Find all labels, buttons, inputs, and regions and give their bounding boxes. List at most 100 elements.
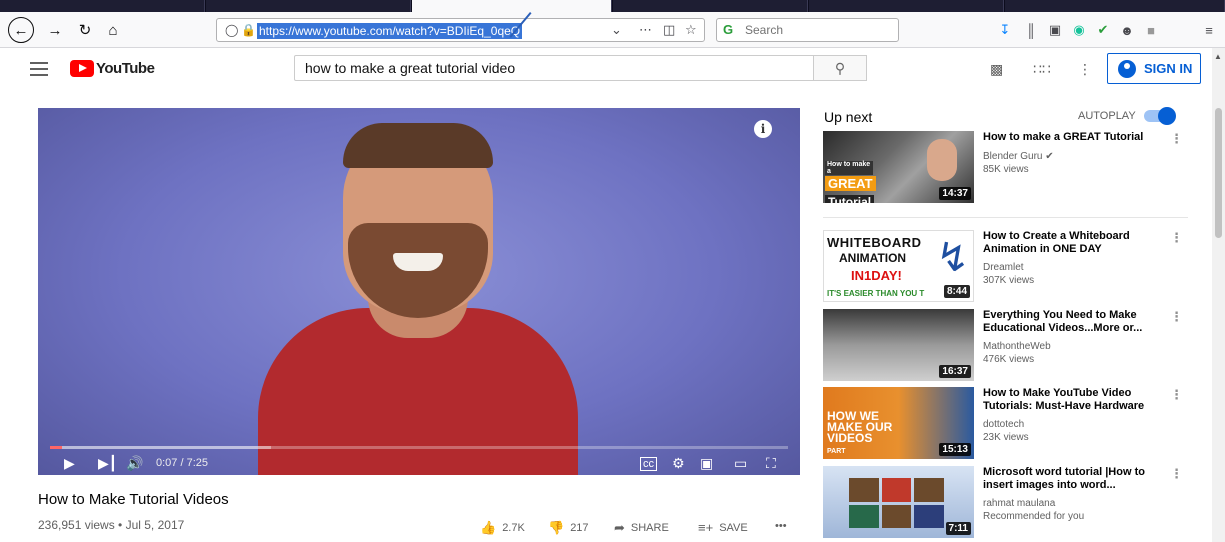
more-actions-button[interactable]: ••• xyxy=(775,520,787,532)
youtube-logo[interactable]: YouTube xyxy=(70,60,155,77)
duration-badge: 7:11 xyxy=(945,522,971,535)
action-menu-icon[interactable]: ⋮ xyxy=(1170,309,1183,325)
duration-badge: 14:37 xyxy=(939,187,971,200)
settings-gear-icon[interactable]: ⚙ xyxy=(672,455,685,472)
shield-icon[interactable]: ◯ xyxy=(225,23,238,37)
create-video-icon[interactable]: ▩ xyxy=(990,61,1003,78)
channel-name[interactable]: Dreamlet xyxy=(983,262,1024,273)
progress-bar[interactable] xyxy=(50,446,788,449)
search-input[interactable]: how to make a great tutorial video xyxy=(294,55,814,81)
captions-icon[interactable]: cc xyxy=(640,457,657,471)
video-player[interactable]: i ▶ ▶┃ 🔊 0:07 / 7:25 cc ⚙ ▣ ▭ ⛶ xyxy=(38,108,800,475)
forward-icon[interactable]: → xyxy=(44,19,66,41)
thumbnail-text: ANIMATION xyxy=(839,251,907,265)
like-button[interactable]: 👍 2.7K xyxy=(480,520,525,536)
lock-icon[interactable]: 🔒 xyxy=(241,23,256,37)
thumbnail-text: Tutorial xyxy=(825,195,875,203)
recommended-title[interactable]: Microsoft word tutorial |How to insert i… xyxy=(983,466,1161,492)
playlist-add-icon: ≡+ xyxy=(698,520,714,535)
recommended-title[interactable]: Everything You Need to Make Educational … xyxy=(983,309,1161,335)
autoplay-toggle[interactable] xyxy=(1144,107,1176,125)
page-scrollbar[interactable]: ▲ xyxy=(1212,48,1225,542)
hamburger-menu-icon[interactable]: ≡ xyxy=(1200,21,1218,39)
search-placeholder: Search xyxy=(745,23,784,37)
home-icon[interactable]: ⌂ xyxy=(102,19,124,41)
channel-name[interactable]: MathontheWeb xyxy=(983,341,1051,352)
more-icon[interactable]: ⋯ xyxy=(639,22,652,38)
play-icon[interactable]: ▶ xyxy=(64,455,75,472)
library-icon[interactable]: ║ xyxy=(1022,21,1040,39)
browser-search-field[interactable]: G Search xyxy=(716,18,899,42)
action-menu-icon[interactable]: ⋮ xyxy=(1170,131,1183,147)
apps-grid-icon[interactable]: ∷∷ xyxy=(1033,61,1051,78)
browser-tab[interactable] xyxy=(1005,0,1225,12)
reader-icon[interactable]: ▣ xyxy=(1046,21,1064,39)
thumbnail-text: IN1DAY! xyxy=(851,268,902,283)
channel-name[interactable]: dottotech xyxy=(983,419,1024,430)
profile-icon[interactable]: ■ xyxy=(1142,21,1160,39)
info-icon[interactable]: i xyxy=(754,120,772,138)
volume-icon[interactable]: 🔊 xyxy=(126,455,143,472)
duration-badge: 8:44 xyxy=(943,285,970,298)
back-icon[interactable]: ← xyxy=(8,17,34,43)
account-icon[interactable]: ☻ xyxy=(1118,21,1136,39)
thumbs-up-icon: 👍 xyxy=(480,520,497,535)
recommended-title[interactable]: How to Make YouTube Video Tutorials: Mus… xyxy=(983,387,1161,413)
sign-in-button[interactable]: SIGN IN xyxy=(1107,53,1201,84)
thumbnail-text: IT'S EASIER THAN YOU T xyxy=(827,289,925,298)
video-frame-presenter xyxy=(248,123,588,475)
search-icon: ⚲ xyxy=(834,59,846,76)
menu-icon[interactable] xyxy=(30,62,48,76)
address-bar[interactable]: ◯ 🔒 https://www.youtube.com/watch?v=BDIi… xyxy=(216,18,705,42)
browser-tab-active[interactable] xyxy=(412,0,612,12)
recommended-video[interactable]: 7:11 Microsoft word tutorial |How to ins… xyxy=(823,466,1188,541)
channel-name[interactable]: rahmat maulana xyxy=(983,498,1055,509)
video-thumbnail[interactable]: 7:11 xyxy=(823,466,974,538)
dislike-button[interactable]: 👎 217 xyxy=(548,520,589,536)
dropdown-icon[interactable]: ⌄ xyxy=(611,22,622,38)
search-button[interactable]: ⚲ xyxy=(813,55,867,81)
bookmark-star-icon[interactable]: ☆ xyxy=(685,22,697,38)
channel-name[interactable]: Blender Guru ✔ xyxy=(983,151,1054,162)
recommended-video[interactable]: WHITEBOARD ANIMATION IN1DAY! IT'S EASIER… xyxy=(823,230,1188,305)
thumbnail-text: VIDEOS xyxy=(827,431,873,445)
recommended-video[interactable]: 16:37 Everything You Need to Make Educat… xyxy=(823,309,1188,384)
dislike-count: 217 xyxy=(570,522,589,534)
video-title: How to Make Tutorial Videos xyxy=(38,491,229,508)
theater-mode-icon[interactable]: ▭ xyxy=(734,455,747,472)
browser-tab[interactable] xyxy=(206,0,411,12)
share-button[interactable]: ➦ SHARE xyxy=(614,520,669,536)
extension-icon[interactable]: ✔ xyxy=(1094,21,1112,39)
scroll-up-icon[interactable]: ▲ xyxy=(1214,52,1222,61)
next-icon[interactable]: ▶┃ xyxy=(98,455,117,472)
browser-tab[interactable] xyxy=(809,0,1004,12)
action-menu-icon[interactable]: ⋮ xyxy=(1170,387,1183,403)
grammarly-icon[interactable]: ◉ xyxy=(1070,21,1088,39)
recommended-title[interactable]: How to Create a Whiteboard Animation in … xyxy=(983,230,1161,256)
recommended-video[interactable]: How to make a GREAT Tutorial 14:37 How t… xyxy=(823,131,1188,206)
browser-tab[interactable] xyxy=(613,0,808,12)
miniplayer-icon[interactable]: ▣ xyxy=(700,455,713,472)
url-text[interactable]: https://www.youtube.com/watch?v=BDIiEq_0… xyxy=(257,23,523,39)
pocket-icon[interactable]: ◫ xyxy=(663,22,675,38)
fullscreen-icon[interactable]: ⛶ xyxy=(766,455,776,472)
duration-badge: 15:13 xyxy=(939,443,971,456)
share-arrow-icon: ➦ xyxy=(614,520,625,535)
video-thumbnail[interactable]: 16:37 xyxy=(823,309,974,381)
settings-kebab-icon[interactable]: ⋮ xyxy=(1078,61,1092,78)
video-thumbnail[interactable]: WHITEBOARD ANIMATION IN1DAY! IT'S EASIER… xyxy=(823,230,974,302)
save-button[interactable]: ≡+ SAVE xyxy=(698,520,748,535)
video-thumbnail[interactable]: HOW WE MAKE OUR VIDEOS PART 15:13 xyxy=(823,387,974,459)
browser-tab[interactable] xyxy=(0,0,205,12)
video-thumbnail[interactable]: How to make a GREAT Tutorial 14:37 xyxy=(823,131,974,203)
more-actions-icon: ••• xyxy=(775,520,787,532)
action-menu-icon[interactable]: ⋮ xyxy=(1170,230,1183,246)
lightning-icon: ↯ xyxy=(936,236,970,280)
reload-icon[interactable]: ↻ xyxy=(74,19,96,41)
download-icon[interactable]: ↧ xyxy=(996,21,1014,39)
logo-text: YouTube xyxy=(96,60,155,77)
scrollbar-thumb[interactable] xyxy=(1215,108,1222,238)
recommended-title[interactable]: How to make a GREAT Tutorial xyxy=(983,131,1161,144)
action-menu-icon[interactable]: ⋮ xyxy=(1170,466,1183,482)
recommended-video[interactable]: HOW WE MAKE OUR VIDEOS PART 15:13 How to… xyxy=(823,387,1188,462)
